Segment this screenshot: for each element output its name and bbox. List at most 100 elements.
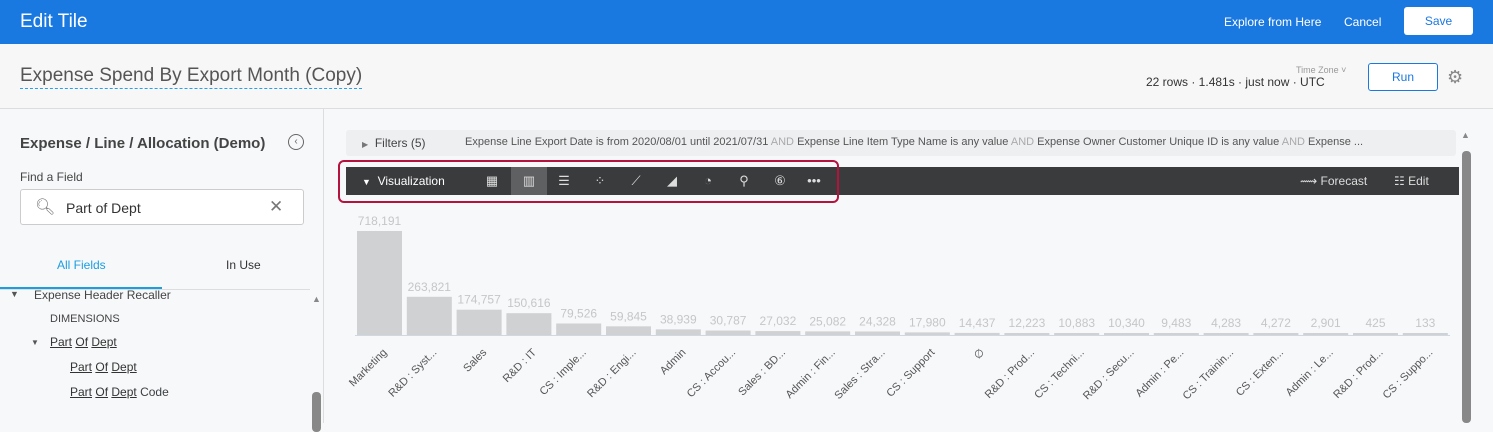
x-tick-label: R&D : Engi... [585, 347, 638, 400]
data-label: 2,901 [1311, 316, 1341, 330]
filters-toggle[interactable]: ▶ Filters (5) [362, 136, 426, 150]
timezone-dropdown[interactable]: Time Zone ˅ [1296, 65, 1346, 75]
bar[interactable] [1402, 333, 1448, 335]
gear-icon[interactable]: ⚙ [1447, 67, 1463, 88]
column-chart: 718,191 Marketing 263,821 R&D : Syst... 174,… [347, 214, 1450, 403]
x-tick-label: Admin : Le... [1284, 347, 1336, 399]
bar[interactable] [1104, 333, 1149, 335]
x-tick-label: CS : Exten... [1234, 347, 1286, 399]
data-label: 24,328 [859, 314, 896, 328]
visualization-highlight [338, 160, 839, 203]
save-button[interactable]: Save [1404, 7, 1473, 35]
bar[interactable] [655, 329, 701, 335]
bar[interactable] [406, 296, 452, 335]
dimensions-header: DIMENSIONS [50, 313, 120, 325]
data-label: 14,437 [959, 316, 996, 330]
bar[interactable] [855, 331, 900, 335]
data-label: 133 [1415, 316, 1435, 330]
x-tick-label: R&D : Prod... [983, 347, 1037, 401]
field-picker: Expense / Line / Allocation (Demo) ‹ Fin… [0, 109, 324, 432]
tile-title-row: Expense Spend By Export Month (Copy) Tim… [0, 44, 1493, 109]
x-tick-label: Sales [461, 346, 489, 374]
bar[interactable] [1353, 333, 1398, 335]
edit-viz-button[interactable]: ☷ Edit [1394, 174, 1429, 188]
forecast-button[interactable]: ⟿ Forecast [1300, 174, 1367, 188]
bar[interactable] [1303, 333, 1349, 335]
data-label: 10,340 [1108, 316, 1145, 330]
collapse-chevron-icon[interactable]: ‹ [288, 134, 304, 150]
x-tick-label: CS : Suppo... [1381, 347, 1436, 402]
tab-all-fields[interactable]: All Fields [57, 258, 106, 272]
bar[interactable] [705, 330, 751, 335]
filter-summary: Expense Line Export Date is from 2020/08… [465, 136, 1364, 148]
x-tick-label: CS : Imple... [538, 347, 589, 398]
bar[interactable] [506, 313, 552, 335]
x-tick-label: CS : Techni... [1032, 347, 1087, 402]
x-tick-label: R&D : Secu... [1081, 347, 1137, 403]
data-label: 79,526 [560, 306, 597, 320]
data-label: 10,883 [1058, 316, 1095, 330]
data-label: 27,032 [760, 314, 797, 328]
field-search-input[interactable]: 🔍︎ Part of Dept ✕ [20, 189, 304, 225]
x-tick-label: Admin : Pe... [1133, 347, 1186, 400]
bar[interactable] [1203, 333, 1249, 335]
data-label: 4,272 [1261, 316, 1291, 330]
explore-from-here-link[interactable]: Explore from Here [1224, 15, 1321, 29]
x-tick-label: R&D : Prod... [1331, 347, 1385, 401]
data-label: 17,980 [909, 315, 946, 329]
data-label: 9,483 [1161, 316, 1191, 330]
field-item[interactable]: Part Of Dept [70, 360, 137, 374]
caret-down-icon[interactable]: ▼ [10, 289, 19, 299]
data-label: 38,939 [660, 312, 697, 326]
query-meta: 22 rows · 1.481s · just now · UTC [1146, 75, 1325, 89]
caret-down-icon[interactable]: ▼ [31, 338, 39, 347]
bar[interactable] [606, 326, 651, 335]
search-value[interactable]: Part of Dept [66, 200, 141, 216]
bar[interactable] [456, 309, 502, 335]
bar[interactable] [1253, 333, 1299, 335]
clear-icon[interactable]: ✕ [269, 197, 283, 217]
x-tick-label: R&D : Syst... [386, 347, 439, 400]
bar[interactable] [357, 231, 402, 335]
sidebar-scrollbar[interactable] [312, 392, 321, 432]
bar[interactable] [556, 323, 602, 335]
scroll-up-icon[interactable]: ▲ [312, 294, 321, 304]
run-button[interactable]: Run [1368, 63, 1438, 91]
caret-right-icon: ▶ [362, 140, 369, 149]
main-scrollbar[interactable] [1462, 151, 1471, 423]
field-group[interactable]: Part Of Dept [50, 335, 117, 349]
model-title: Expense / Line / Allocation (Demo) [20, 135, 266, 152]
x-tick-label: CS : Accou... [685, 347, 738, 400]
field-tree: ▼ Expense Header Recaller DIMENSIONS ▼ P… [0, 288, 310, 416]
bar[interactable] [805, 331, 851, 335]
tile-title-input[interactable]: Expense Spend By Export Month (Copy) [20, 65, 363, 89]
bar[interactable] [954, 332, 1000, 335]
data-label: 4,283 [1211, 316, 1241, 330]
x-tick-label: CS : Support [884, 347, 937, 400]
data-label: 12,223 [1009, 316, 1046, 330]
bar[interactable] [1004, 333, 1050, 335]
cancel-button[interactable]: Cancel [1344, 15, 1381, 29]
x-tick-label: R&D : IT [501, 346, 540, 385]
x-tick-label: CS : Trainin... [1181, 347, 1237, 403]
find-field-label: Find a Field [20, 170, 83, 184]
view-name[interactable]: Expense Header Recaller [34, 288, 171, 302]
bar[interactable] [904, 332, 950, 335]
bar[interactable] [755, 331, 801, 335]
data-label: 59,845 [610, 309, 647, 323]
data-label: 425 [1365, 316, 1385, 330]
data-label: 30,787 [710, 314, 747, 328]
field-item[interactable]: Part Of Dept Code [70, 385, 169, 399]
page-title: Edit Tile [20, 11, 88, 32]
scroll-up-icon[interactable]: ▲ [1461, 130, 1470, 140]
bar[interactable] [1054, 333, 1100, 335]
tab-in-use[interactable]: In Use [226, 258, 261, 272]
top-header: Edit Tile Explore from Here Cancel Save [0, 0, 1493, 44]
x-tick-label: Sales : BD... [736, 347, 788, 399]
x-tick-label: Admin [658, 347, 689, 378]
data-label: 150,616 [507, 296, 551, 310]
filters-bar[interactable]: ▶ Filters (5) Expense Line Export Date i… [346, 130, 1456, 156]
x-tick-label: Sales : Stra... [832, 347, 887, 402]
bar[interactable] [1153, 333, 1199, 335]
data-label: 263,821 [408, 280, 452, 294]
